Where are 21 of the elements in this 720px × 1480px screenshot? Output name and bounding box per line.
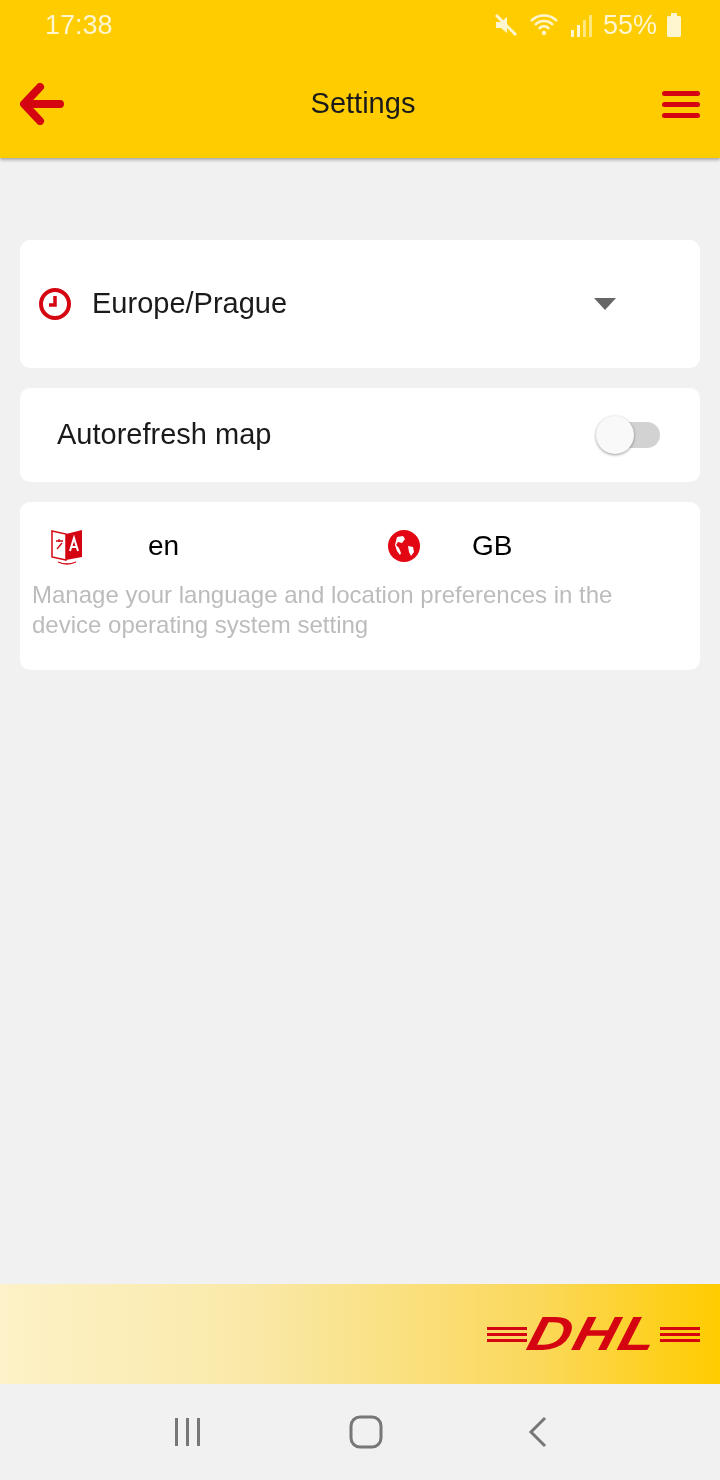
screen-title: Settings <box>310 86 416 122</box>
locale-note: Manage your language and location preferences in the device operating system setting <box>32 580 614 640</box>
back-icon[interactable] <box>527 1416 548 1448</box>
dhl-logo: DHL <box>486 1304 700 1364</box>
timezone-dropdown[interactable]: Europe/Prague <box>20 240 700 368</box>
language-code: en <box>148 529 181 563</box>
dropdown-caret-icon <box>594 298 616 310</box>
battery-icon <box>667 13 681 37</box>
signal-icon <box>568 12 593 38</box>
battery-percentage: 55% <box>602 8 657 42</box>
autorefresh-label: Autorefresh map <box>57 417 272 453</box>
status-time: 17:38 <box>45 8 113 42</box>
globe-icon <box>388 530 420 562</box>
translate-icon <box>50 527 84 565</box>
mute-icon <box>492 13 519 37</box>
region-code: GB <box>472 529 513 563</box>
home-icon[interactable] <box>349 1415 383 1449</box>
clock-icon <box>38 287 72 321</box>
wifi-icon <box>528 13 559 37</box>
back-arrow-icon[interactable] <box>20 83 64 125</box>
menu-icon[interactable] <box>662 89 700 119</box>
